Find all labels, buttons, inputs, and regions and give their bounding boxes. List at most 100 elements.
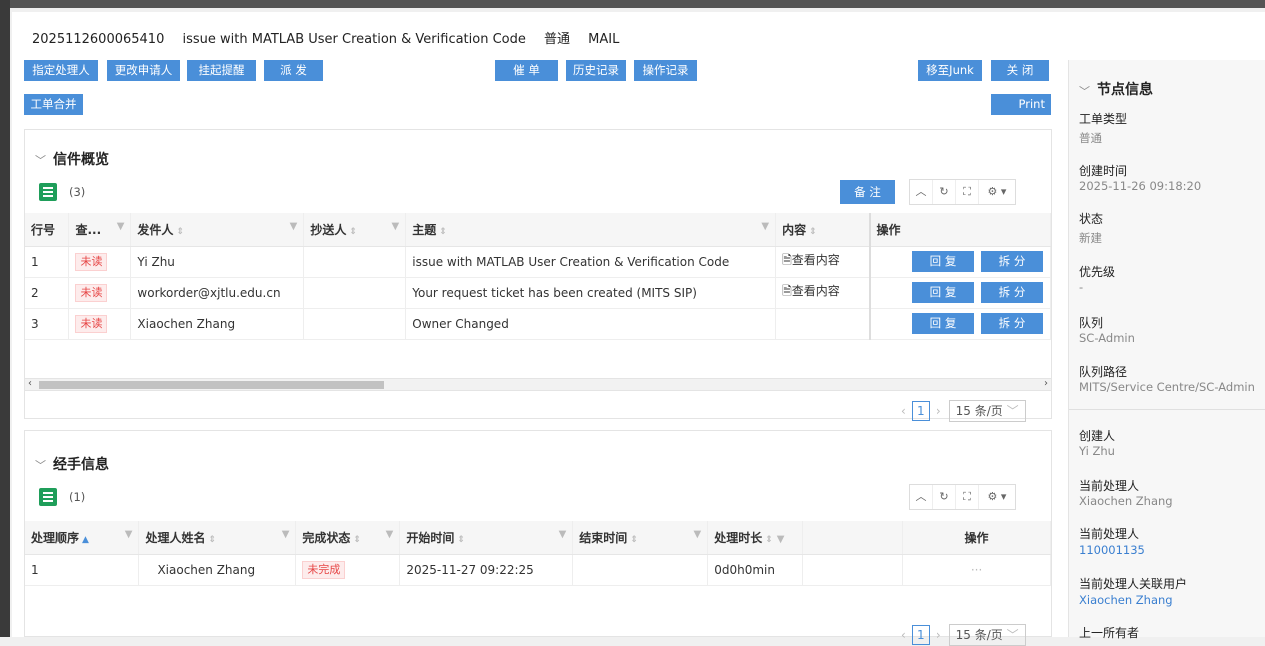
col-actions: 操作 xyxy=(868,213,1051,247)
settings-gear-icon[interactable]: ⚙ ▾ xyxy=(979,180,1015,204)
dispatch-button[interactable]: 派 发 xyxy=(264,60,323,81)
operation-log-button[interactable]: 操作记录 xyxy=(634,60,697,81)
col-read-status[interactable]: 查... ▼ xyxy=(68,213,132,247)
col-order[interactable]: 处理顺序 ▲ ▼ xyxy=(25,521,140,555)
window-left-edge xyxy=(0,0,10,637)
change-applicant-button[interactable]: 更改申请人 xyxy=(107,60,180,81)
reply-button[interactable]: 回 复 xyxy=(912,251,974,272)
handler-table-header: 处理顺序 ▲ ▼ 处理人姓名 ⇕ ▼ 完成状态 ⇕ ▼ 开始时间 ⇕ ▼ 结束时间 ⇕ ▼ 处理时长… xyxy=(25,521,1051,555)
ticket-subject: issue with MATLAB User Creation & Verifi… xyxy=(182,32,526,47)
col-duration[interactable]: 处理时长 ⇕ ▼ xyxy=(707,521,804,555)
refresh-icon[interactable]: ↻ xyxy=(933,180,956,204)
table-row: 1 未读 Yi Zhu issue with MATLAB User Creat… xyxy=(25,246,1051,278)
subject-cell: Owner Changed xyxy=(405,308,777,340)
collapse-chevron-icon[interactable]: ﹀ xyxy=(35,152,46,168)
page-size-select[interactable]: 15 条/页 ﹀ xyxy=(948,624,1026,646)
col-sender[interactable]: 发件人 ⇕ ▼ xyxy=(130,213,305,247)
blank-cell xyxy=(802,554,904,586)
ticket-id: 2025112600065410 xyxy=(32,32,165,47)
field-label: 当前处理人关联用户 xyxy=(1079,577,1188,591)
col-content[interactable]: 内容 ⇕ xyxy=(775,213,871,247)
page-number[interactable]: 1 xyxy=(911,625,930,645)
scrollbar-thumb[interactable] xyxy=(39,381,384,389)
filter-icon: ▼ xyxy=(289,220,298,232)
table-tool-group: ︿ ↻ ⛶ ⚙ ▾ xyxy=(909,484,1016,510)
settings-gear-icon[interactable]: ⚙ ▾ xyxy=(979,485,1015,509)
sort-icon: ▲ xyxy=(82,534,89,545)
collapse-chevron-icon[interactable]: ﹀ xyxy=(1079,83,1090,99)
close-button[interactable]: 关 闭 xyxy=(991,60,1049,81)
prev-page-icon[interactable]: ‹ xyxy=(901,404,906,418)
mail-table: 行号 查... ▼ 发件人 ⇕ ▼ 抄送人 ⇕ ▼ 主题 ⇕ ▼ 内容 ⇕ 操作 1 未读 Yi… xyxy=(25,213,1051,340)
collapse-up-icon[interactable]: ︿ xyxy=(910,180,933,204)
split-button[interactable]: 拆 分 xyxy=(981,251,1043,272)
app-frame: 2025112600065410 issue with MATLAB User … xyxy=(0,0,1265,646)
view-content-link[interactable]: 🗎查看内容 xyxy=(775,277,871,309)
scroll-left-icon[interactable]: ‹ xyxy=(28,378,32,389)
collapse-chevron-icon[interactable]: ﹀ xyxy=(35,457,46,473)
filter-icon: ▼ xyxy=(776,533,785,545)
col-complete-status[interactable]: 完成状态 ⇕ ▼ xyxy=(295,521,401,555)
mail-pagination: ‹ 1 › 15 条/页 ﹀ xyxy=(901,400,1026,422)
handler-table: 处理顺序 ▲ ▼ 处理人姓名 ⇕ ▼ 完成状态 ⇕ ▼ 开始时间 ⇕ ▼ 结束时间 ⇕ ▼ 处理时长… xyxy=(25,521,1051,586)
subject-cell: issue with MATLAB User Creation & Verifi… xyxy=(405,246,777,278)
next-page-icon[interactable]: › xyxy=(936,628,941,642)
handler-info-panel: ﹀ 经手信息 (1) ︿ ↻ ⛶ ⚙ ▾ 处理顺序 ▲ ▼ 处理人姓名 ⇕ ▼ 完成状态… xyxy=(24,430,1052,646)
field-value: 普通 xyxy=(1079,131,1102,145)
collapse-up-icon[interactable]: ︿ xyxy=(910,485,933,509)
start-time-cell: 2025-11-27 09:22:25 xyxy=(399,554,574,586)
split-button[interactable]: 拆 分 xyxy=(981,313,1043,334)
read-status-cell: 未读 xyxy=(68,246,132,278)
move-to-junk-button[interactable]: 移至Junk xyxy=(918,60,982,81)
page-number[interactable]: 1 xyxy=(911,401,930,421)
col-end-time[interactable]: 结束时间 ⇕ ▼ xyxy=(572,521,709,555)
handler-id-link[interactable]: 110001135 xyxy=(1079,543,1145,557)
suspend-remind-button[interactable]: 挂起提醒 xyxy=(187,60,256,81)
fullscreen-icon[interactable]: ⛶ xyxy=(956,180,979,204)
col-blank xyxy=(802,521,904,555)
linked-user-link[interactable]: Xiaochen Zhang xyxy=(1079,593,1173,607)
cc-cell xyxy=(303,246,407,278)
sort-icon: ⇕ xyxy=(349,226,357,237)
field-value: - xyxy=(1079,280,1084,294)
filter-icon: ▼ xyxy=(558,528,567,540)
col-handler-name[interactable]: 处理人姓名 ⇕ ▼ xyxy=(138,521,297,555)
list-icon xyxy=(39,183,57,201)
field-label: 优先级 xyxy=(1079,265,1116,279)
split-button[interactable]: 拆 分 xyxy=(981,282,1043,303)
view-content-link[interactable]: 🗎查看内容 xyxy=(775,246,871,278)
row-no: 3 xyxy=(25,308,70,340)
print-button[interactable]: Print xyxy=(991,94,1051,115)
filter-icon: ▼ xyxy=(391,220,400,232)
horizontal-scrollbar[interactable]: ‹ › xyxy=(25,378,1051,391)
col-start-time[interactable]: 开始时间 ⇕ ▼ xyxy=(399,521,574,555)
history-button[interactable]: 历史记录 xyxy=(566,60,626,81)
field-label: 工单类型 xyxy=(1079,112,1128,126)
field-label: 状态 xyxy=(1079,212,1104,226)
table-row: 3 未读 Xiaochen Zhang Owner Changed 回 复拆 分 xyxy=(25,308,1051,340)
assign-handler-button[interactable]: 指定处理人 xyxy=(24,60,98,81)
next-page-icon[interactable]: › xyxy=(936,404,941,418)
field-value: 2025-11-26 09:18:20 xyxy=(1079,179,1202,193)
reply-button[interactable]: 回 复 xyxy=(912,313,974,334)
prev-page-icon[interactable]: ‹ xyxy=(901,628,906,642)
sort-icon: ⇕ xyxy=(353,534,361,545)
field-label: 创建人 xyxy=(1079,429,1116,443)
more-actions-icon[interactable]: ··· xyxy=(902,554,1051,586)
merge-ticket-button[interactable]: 工单合并 xyxy=(24,94,83,115)
urge-button[interactable]: 催 单 xyxy=(495,60,558,81)
note-button[interactable]: 备 注 xyxy=(840,180,895,204)
ticket-channel: MAIL xyxy=(588,32,620,47)
page-size-select[interactable]: 15 条/页 ﹀ xyxy=(948,400,1026,422)
window-top-edge xyxy=(0,0,1265,8)
fullscreen-icon[interactable]: ⛶ xyxy=(956,485,979,509)
scroll-right-icon[interactable]: › xyxy=(1044,378,1048,389)
col-subject[interactable]: 主题 ⇕ ▼ xyxy=(405,213,777,247)
reply-button[interactable]: 回 复 xyxy=(912,282,974,303)
refresh-icon[interactable]: ↻ xyxy=(933,485,956,509)
sort-icon: ⇕ xyxy=(630,534,638,545)
ticket-priority: 普通 xyxy=(544,32,571,47)
col-cc[interactable]: 抄送人 ⇕ ▼ xyxy=(303,213,407,247)
field-label: 队列路径 xyxy=(1079,365,1128,379)
sort-icon: ⇕ xyxy=(809,226,817,237)
